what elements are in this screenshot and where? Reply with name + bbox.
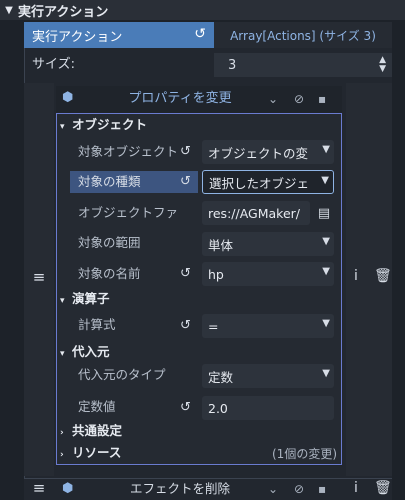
section-header[interactable]: ▼ 実行アクション <box>0 0 405 20</box>
object-file-field[interactable]: res://AGMaker/ <box>202 201 310 225</box>
label-target-kind: 対象の種類 <box>70 171 198 193</box>
revert-icon[interactable]: ↺ <box>194 26 206 42</box>
size-label: サイズ: <box>32 57 75 72</box>
revert-icon[interactable]: ↺ <box>180 144 191 159</box>
label-target-name: 対象の名前 <box>78 266 141 281</box>
delete-icon[interactable]: 🗑 <box>374 480 392 496</box>
chevron-down-icon: ▼ <box>319 175 329 186</box>
chevron-down-icon: ▼ <box>320 368 330 379</box>
chevron-down-icon[interactable]: ⌄ <box>268 89 278 109</box>
drag-handle-icon[interactable]: ≡ <box>29 479 49 497</box>
action-title[interactable]: プロパティを変更 <box>100 89 260 109</box>
chevron-down-icon: ▼ <box>5 4 13 16</box>
category-common[interactable]: › 共通設定 <box>60 421 122 441</box>
label-formula: 計算式 <box>78 317 116 332</box>
chevron-down-icon: ▾ <box>60 349 65 359</box>
tab-actions[interactable]: 実行アクション ↺ <box>24 22 214 48</box>
camera-icon[interactable]: ▪ <box>318 89 326 109</box>
category-object[interactable]: ▾ オブジェクト <box>60 115 147 135</box>
revert-icon[interactable]: ↺ <box>180 174 191 189</box>
cube-icon: ⬢ <box>62 481 74 496</box>
label-constant: 定数値 <box>78 399 116 414</box>
revert-icon[interactable]: ↺ <box>180 400 191 415</box>
label-target-object: 対象オブジェクト <box>78 144 176 159</box>
chevron-down-icon: ▾ <box>60 122 65 132</box>
drag-handle-icon[interactable]: ≡ <box>29 268 49 286</box>
category-resources[interactable]: › リソース <box>60 443 121 463</box>
category-source[interactable]: ▾ 代入元 <box>60 342 110 362</box>
resource-icon[interactable]: ⅰ <box>348 480 364 496</box>
chevron-down-icon[interactable]: ⌄ <box>268 479 278 499</box>
chevron-down-icon: ▼ <box>320 266 330 277</box>
label-target-range: 対象の範囲 <box>78 235 141 250</box>
spinner-arrows-icon[interactable]: ▲ ▼ <box>379 56 386 74</box>
resource-change-count: (1個の変更) <box>272 447 337 461</box>
chevron-down-icon: ▼ <box>320 318 330 329</box>
clear-icon[interactable]: ⊘ <box>294 89 304 109</box>
tab-array-label: Array[Actions] (サイズ 3) <box>230 28 376 43</box>
target-range-dropdown[interactable]: 単体 ▼ <box>202 232 334 256</box>
target-name-dropdown[interactable]: hp ▼ <box>202 262 334 286</box>
tab-actions-label: 実行アクション <box>32 29 123 45</box>
target-object-dropdown[interactable]: オブジェクトの変 ▼ <box>202 140 334 164</box>
chevron-right-icon: › <box>60 450 64 460</box>
chevron-down-icon: ▾ <box>60 296 65 306</box>
resource-icon[interactable]: ⅰ <box>348 268 364 284</box>
delete-icon[interactable]: 🗑 <box>374 268 392 284</box>
revert-icon[interactable]: ↺ <box>180 266 191 281</box>
chevron-down-icon: ▼ <box>320 236 330 247</box>
tab-array-actions[interactable]: Array[Actions] (サイズ 3) <box>214 22 392 48</box>
revert-icon[interactable]: ↺ <box>180 318 191 333</box>
label-source-type: 代入元のタイプ <box>78 367 166 382</box>
section-title: 実行アクション <box>18 4 109 20</box>
size-spinbox[interactable]: 3 ▲ ▼ <box>214 53 392 77</box>
constant-field[interactable]: 2.0 <box>202 396 334 420</box>
target-kind-dropdown[interactable]: 選択したオブジェ ▼ <box>202 170 334 194</box>
cube-icon: ⬢ <box>62 90 74 105</box>
size-value: 3 <box>228 57 237 73</box>
file-icon[interactable]: ▤ <box>314 201 334 225</box>
source-type-dropdown[interactable]: 定数 ▼ <box>202 364 334 388</box>
chevron-down-icon: ▼ <box>320 144 330 155</box>
chevron-right-icon: › <box>60 428 64 438</box>
category-operator[interactable]: ▾ 演算子 <box>60 289 110 309</box>
clear-icon[interactable]: ⊘ <box>294 479 304 499</box>
label-object-file: オブジェクトファ <box>78 205 179 220</box>
formula-dropdown[interactable]: = ▼ <box>202 314 334 338</box>
camera-icon[interactable]: ▪ <box>318 479 326 499</box>
action-title-2[interactable]: エフェクトを削除 <box>100 480 260 498</box>
